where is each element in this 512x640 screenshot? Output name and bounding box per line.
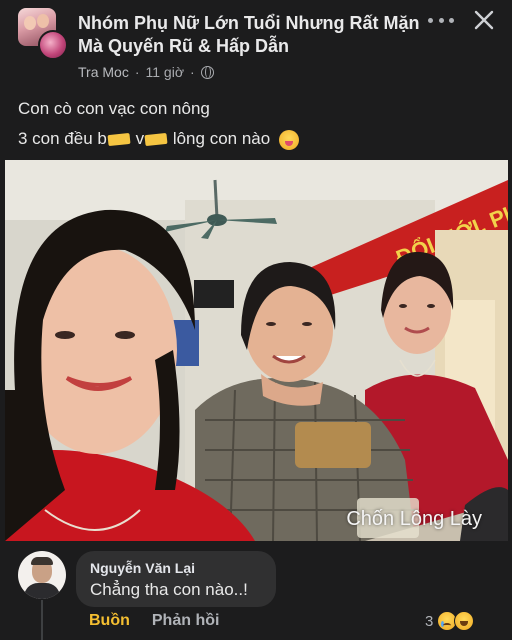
more-dot: [438, 17, 444, 23]
post-body: Con cò con vạc con nông 3 con đều b v lô…: [18, 94, 299, 154]
comment-text: Chẳng tha con nào..!: [90, 580, 248, 599]
reply-button[interactable]: Phản hồi: [152, 612, 220, 630]
react-sad-button[interactable]: Buồn: [89, 612, 130, 630]
post-photo[interactable]: ĐỔI MỚI, PHÁT TRI: [5, 160, 508, 541]
photo-watermark-caption: Chốn Lông Lày: [346, 508, 482, 530]
comment-actions: Buồn Phản hồi: [89, 612, 219, 630]
meta-separator: ·: [134, 64, 140, 80]
censor-sticker: [144, 132, 168, 147]
wall-speaker: [194, 280, 234, 308]
post-meta: Tra Moc · 11 giờ ·: [78, 64, 214, 80]
reaction-count: 3: [425, 612, 434, 630]
comment-author[interactable]: Nguyễn Văn Lại: [90, 560, 195, 576]
laughing-tongue-emoji-icon: [278, 129, 299, 150]
post-line-2-end: lông con nào: [172, 129, 271, 148]
censor-sticker: [107, 132, 131, 147]
post-line-2-mid: v: [135, 129, 145, 148]
more-dot: [449, 17, 454, 23]
author-avatar[interactable]: [38, 30, 68, 60]
post-line-2: 3 con đều b v lông con nào: [18, 124, 299, 154]
close-icon[interactable]: [472, 8, 496, 32]
commenter-avatar[interactable]: [18, 551, 66, 599]
reaction-summary[interactable]: 3: [425, 611, 475, 631]
post-line-1: Con cò con vạc con nông: [18, 99, 210, 118]
post-line-2-start: 3 con đều b: [18, 129, 107, 148]
post-header: Nhóm Phụ Nữ Lớn Tuổi Nhưng Rất Mặn Mà Qu…: [0, 0, 512, 90]
avatar-body: [24, 583, 60, 599]
avatar-hair: [31, 557, 53, 565]
group-avatar[interactable]: [18, 8, 68, 60]
post-author[interactable]: Tra Moc: [78, 64, 129, 80]
more-horizontal-icon: [428, 17, 433, 23]
photo-scene: ĐỔI MỚI, PHÁT TRI: [5, 160, 508, 541]
meta-separator: ·: [190, 64, 195, 80]
group-name[interactable]: Nhóm Phụ Nữ Lớn Tuổi Nhưng Rất Mặn Mà Qu…: [78, 12, 428, 58]
more-options-button[interactable]: [428, 10, 454, 30]
thread-connector: [41, 600, 43, 640]
post-time[interactable]: 11 giờ: [146, 64, 185, 80]
haha-reaction-icon: [454, 611, 475, 631]
comment-bubble[interactable]: Nguyễn Văn Lại Chẳng tha con nào..!: [76, 551, 276, 607]
post-viewer: Nhóm Phụ Nữ Lớn Tuổi Nhưng Rất Mặn Mà Qu…: [0, 0, 512, 640]
globe-icon: [200, 65, 214, 79]
